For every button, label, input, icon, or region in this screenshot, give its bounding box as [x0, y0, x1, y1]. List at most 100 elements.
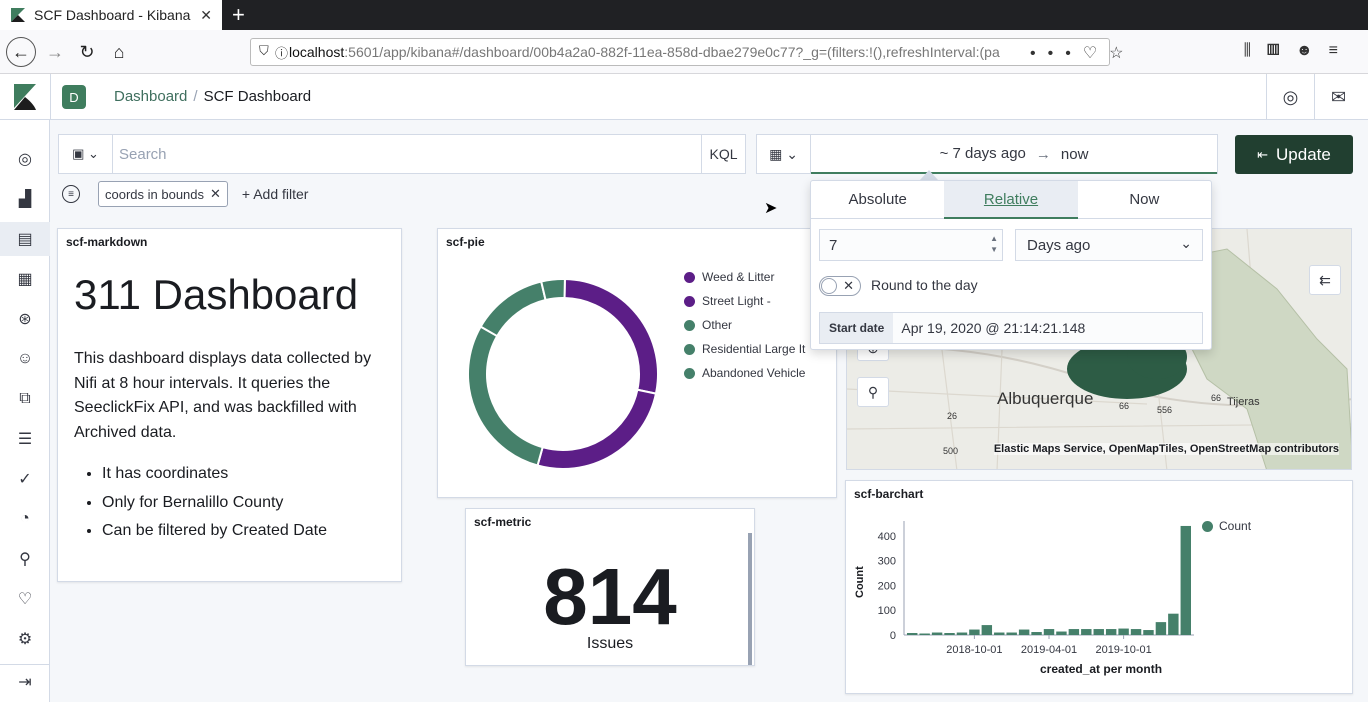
home-icon[interactable]: ⌂ [104, 37, 134, 67]
space-avatar[interactable]: D [62, 85, 86, 109]
bar[interactable] [981, 625, 993, 635]
filter-menu-icon[interactable]: ≡ [62, 185, 80, 203]
bar[interactable] [1006, 632, 1017, 635]
layer-control-icon[interactable]: ⇇ [1309, 265, 1341, 295]
bar[interactable] [994, 632, 1005, 635]
bar[interactable] [1105, 629, 1117, 635]
y-tick-label: 400 [878, 531, 896, 543]
legend-dot [1202, 520, 1213, 532]
collapse-nav-icon[interactable]: ⇥ [0, 664, 50, 698]
url-bar[interactable]: ⛉ ⓘ localhost:5601/app/kibana#/dashboard… [250, 38, 1110, 66]
draw-tool-icon[interactable]: ⚲ [857, 377, 889, 407]
apm-icon[interactable]: ✓ [0, 462, 50, 496]
forward-icon[interactable]: → [40, 37, 70, 67]
time-start-button[interactable]: ~ 7 days ago [940, 145, 1026, 164]
help-icon[interactable]: ◎ [1266, 74, 1314, 120]
url-rest: :5601/app/kibana#/dashboard/00b4a2a0-882… [344, 44, 1000, 60]
bar[interactable] [1043, 629, 1055, 635]
remove-filter-icon[interactable]: ✕ [210, 186, 221, 202]
round-toggle[interactable]: ✕ [819, 276, 861, 296]
markdown-panel: scf-markdown 311 Dashboard This dashboar… [57, 228, 402, 582]
tab-relative[interactable]: Relative [944, 181, 1078, 219]
tab-now[interactable]: Now [1077, 181, 1211, 219]
pie-slice[interactable] [467, 325, 544, 467]
bar[interactable] [1068, 629, 1080, 635]
bar[interactable] [1056, 631, 1067, 635]
bar[interactable] [1018, 629, 1030, 635]
discover-icon[interactable]: ◎ [0, 142, 50, 176]
start-date-field[interactable]: Start date Apr 19, 2020 @ 21:14:21.148 [819, 312, 1203, 344]
account-icon[interactable]: ☻ [1296, 42, 1329, 59]
pocket-icon[interactable]: ♡ [1083, 45, 1109, 62]
bar[interactable] [1143, 630, 1154, 635]
logs-icon[interactable]: ☰ [0, 422, 50, 456]
more-icon[interactable]: ••• [1030, 45, 1083, 62]
bar[interactable] [931, 632, 943, 635]
relative-unit-select[interactable]: Days ago ⌄ [1015, 229, 1203, 261]
quick-menu-button[interactable]: ▦ ⌄ [757, 135, 811, 173]
uptime-icon[interactable]: ◔ [0, 502, 50, 536]
metric-value: 814 [543, 552, 677, 641]
pie-panel: scf-pie Weed & Litter Street Light - Oth… [437, 228, 837, 498]
tab-absolute[interactable]: Absolute [811, 181, 945, 219]
dashboard-icon[interactable]: ▤ [0, 222, 50, 256]
bar[interactable] [969, 629, 980, 635]
filter-pill[interactable]: coords in bounds ✕ [98, 181, 228, 207]
visualize-icon[interactable]: ▟ [0, 182, 50, 216]
devtools-icon[interactable]: ⚲ [0, 542, 50, 576]
canvas-icon[interactable]: ▦ [0, 262, 50, 296]
bar[interactable] [1031, 632, 1042, 635]
panel-title: scf-markdown [66, 235, 148, 249]
bar[interactable] [1081, 629, 1092, 635]
pie-slice[interactable] [479, 280, 547, 338]
sidebar-icon[interactable]: ▥ [1267, 42, 1296, 59]
stepper-icon[interactable]: ▲ ▼ [990, 233, 998, 255]
bar[interactable] [1093, 629, 1104, 635]
back-icon[interactable]: ← [6, 37, 36, 67]
relative-amount-input[interactable]: 7 ▲ ▼ [819, 229, 1003, 261]
bar[interactable] [1180, 525, 1191, 635]
add-filter-button[interactable]: + Add filter [242, 186, 309, 202]
kql-toggle[interactable]: KQL [701, 135, 745, 173]
legend-label: Count [1219, 519, 1252, 533]
map-attribution[interactable]: Elastic Maps Service, OpenMapTiles, Open… [993, 443, 1339, 455]
bar-legend-item[interactable]: Count [1202, 519, 1251, 533]
saved-query-button[interactable]: ▣ ⌄ [59, 135, 113, 173]
legend-item[interactable]: Other [684, 313, 805, 337]
pie-slice[interactable] [563, 277, 659, 395]
library-icon[interactable]: ⫼ [1244, 42, 1267, 59]
new-tab-icon[interactable]: + [232, 3, 245, 27]
bar[interactable] [944, 633, 955, 635]
bar[interactable] [919, 633, 930, 635]
pie-slice[interactable] [536, 388, 658, 470]
bar[interactable] [1168, 613, 1179, 635]
reload-icon[interactable]: ↻ [72, 37, 102, 67]
search-input[interactable] [119, 135, 699, 173]
bar[interactable] [1155, 622, 1167, 635]
legend-item[interactable]: Street Light - [684, 289, 805, 313]
kibana-logo-icon[interactable] [14, 84, 38, 110]
scrollbar[interactable] [748, 533, 752, 665]
maps-icon[interactable]: ⊛ [0, 302, 50, 336]
breadcrumb-dashboard-link[interactable]: Dashboard [114, 88, 187, 105]
time-end-button[interactable]: now [1061, 146, 1089, 163]
newsfeed-icon[interactable]: ✉ [1314, 74, 1362, 120]
bar[interactable] [1118, 628, 1129, 635]
management-icon[interactable]: ⚙ [0, 622, 50, 656]
bookmark-star-icon[interactable]: ☆ [1109, 45, 1135, 62]
legend-dot [684, 319, 695, 331]
pie-slice[interactable] [540, 278, 566, 302]
monitoring-icon[interactable]: ♡ [0, 582, 50, 616]
legend-item[interactable]: Residential Large It [684, 337, 805, 361]
bar[interactable] [956, 632, 968, 635]
menu-icon[interactable]: ≡ [1329, 42, 1354, 59]
bar[interactable] [907, 633, 918, 635]
update-button[interactable]: ⇤ Update [1235, 135, 1353, 174]
legend-item[interactable]: Abandoned Vehicle [684, 361, 805, 385]
ml-icon[interactable]: ☺ [0, 342, 50, 376]
infra-icon[interactable]: ⧉ [0, 382, 50, 416]
browser-tab[interactable]: SCF Dashboard - Kibana ✕ [0, 0, 222, 30]
bar[interactable] [1130, 629, 1142, 635]
close-tab-icon[interactable]: ✕ [200, 7, 212, 24]
legend-item[interactable]: Weed & Litter [684, 265, 805, 289]
